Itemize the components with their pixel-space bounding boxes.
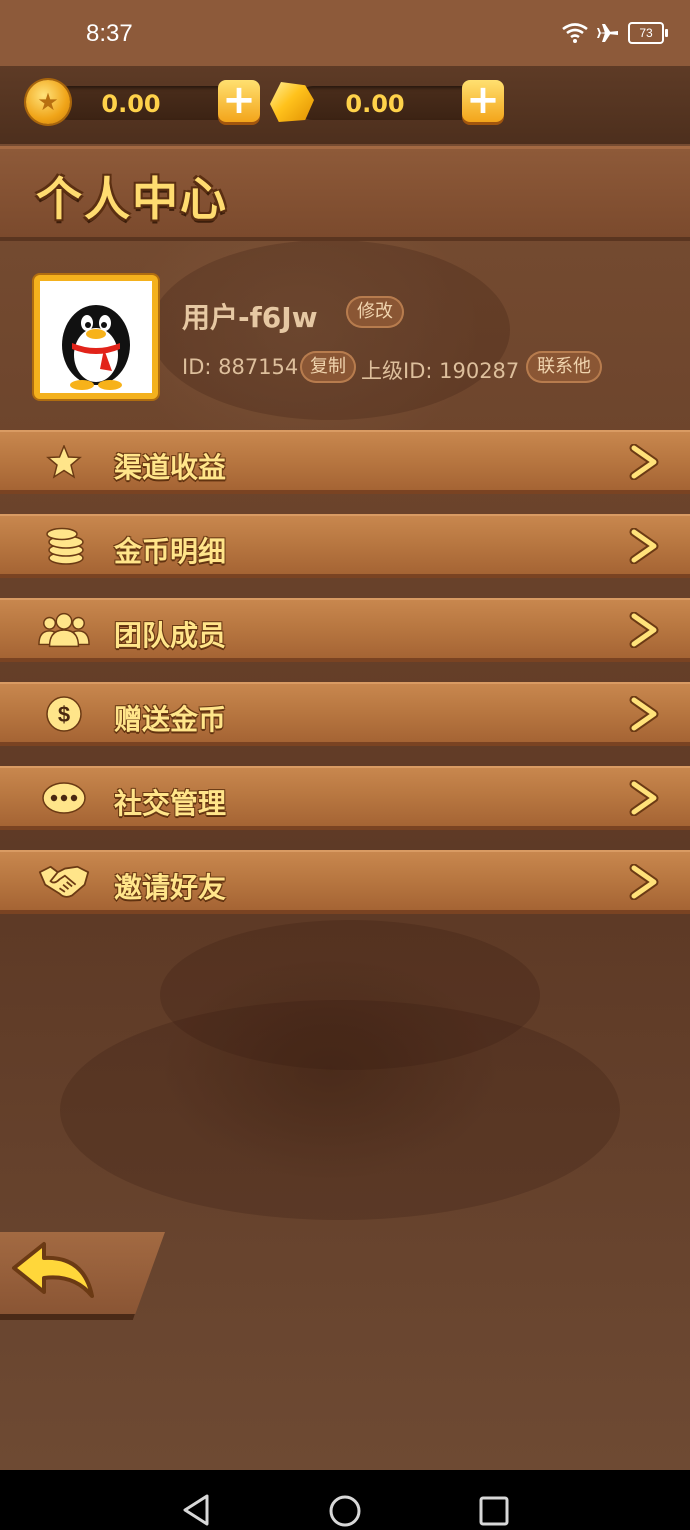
- penguin-avatar-icon: [62, 305, 130, 390]
- chat-icon: [38, 778, 90, 818]
- gold-currency: ★ 0.00 +: [26, 80, 266, 126]
- menu-item-label: 金币明细: [114, 535, 227, 568]
- menu-item-label: 团队成员: [114, 619, 227, 652]
- dollar-icon: $: [38, 694, 90, 734]
- currency-bar: ★ 0.00 + 0.00 +: [0, 66, 690, 144]
- handshake-icon: [38, 862, 90, 902]
- add-gem-button[interactable]: +: [462, 80, 504, 122]
- menu-item-label: 社交管理: [114, 787, 227, 820]
- menu-item-invite-friends[interactable]: 邀请好友: [0, 850, 690, 914]
- status-time: 8:37: [86, 20, 133, 47]
- system-nav-bar: [0, 1470, 690, 1530]
- coins-icon: [38, 526, 90, 566]
- chevron-right-icon: [629, 612, 659, 648]
- bg-silhouette-figure: [60, 1000, 620, 1220]
- menu-item-channel-income[interactable]: 渠道收益: [0, 430, 690, 494]
- chevron-right-icon: [629, 696, 659, 732]
- wifi-icon: [562, 23, 588, 43]
- chevron-right-icon: [629, 528, 659, 564]
- svg-text:$: $: [58, 702, 70, 727]
- team-icon: [38, 610, 90, 650]
- chevron-right-icon: [629, 780, 659, 816]
- contact-parent-button[interactable]: 联系他: [526, 351, 602, 383]
- copy-id-button[interactable]: 复制: [300, 351, 356, 383]
- edit-name-button[interactable]: 修改: [346, 296, 404, 328]
- avatar[interactable]: [34, 275, 158, 399]
- parent-id: 上级ID: 190287: [361, 359, 520, 383]
- chevron-right-icon: [629, 864, 659, 900]
- username: 用户-f6Jw: [182, 301, 318, 334]
- add-gold-button[interactable]: +: [218, 80, 260, 122]
- nav-home-icon[interactable]: [328, 1494, 362, 1528]
- chevron-right-icon: [629, 444, 659, 480]
- nav-recents-icon[interactable]: [479, 1496, 509, 1526]
- menu-item-label: 渠道收益: [114, 451, 227, 484]
- menu-item-coin-details[interactable]: 金币明细: [0, 514, 690, 578]
- gem-value: 0.00: [345, 90, 405, 118]
- status-bar: 8:37 73: [0, 0, 690, 66]
- user-id: ID: 887154: [182, 355, 299, 379]
- star-icon: [38, 442, 90, 482]
- menu-item-label: 邀请好友: [114, 871, 227, 904]
- airplane-icon: [597, 24, 618, 42]
- status-icons: 73: [562, 22, 668, 44]
- menu-item-label: 赠送金币: [114, 703, 227, 736]
- gold-value: 0.00: [101, 90, 161, 118]
- menu-item-social-management[interactable]: 社交管理: [0, 766, 690, 830]
- menu-item-team-members[interactable]: 团队成员: [0, 598, 690, 662]
- page-title: 个人中心: [36, 172, 228, 226]
- back-arrow-icon: [12, 1242, 94, 1298]
- menu-item-gift-coins[interactable]: $ 赠送金币: [0, 682, 690, 746]
- title-bar: 个人中心: [0, 146, 690, 241]
- nav-back-icon[interactable]: [181, 1494, 211, 1526]
- gem-currency: 0.00 +: [270, 80, 510, 126]
- battery-icon: 73: [628, 22, 668, 44]
